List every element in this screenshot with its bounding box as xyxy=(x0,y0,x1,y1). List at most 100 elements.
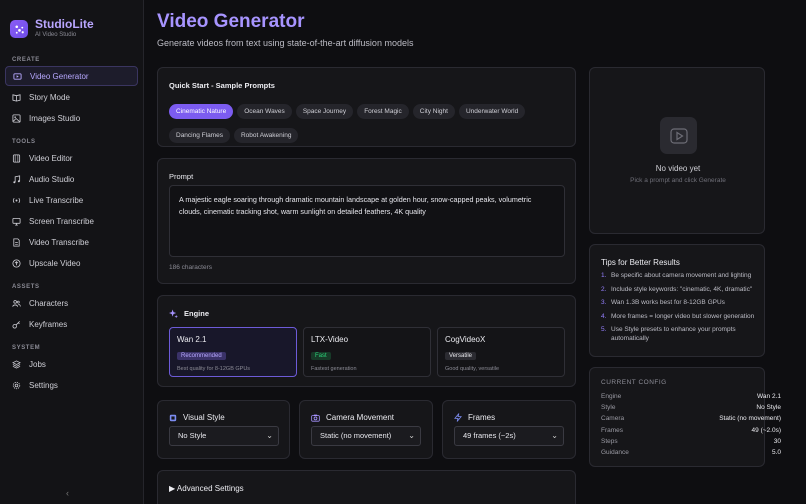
monitor-icon xyxy=(12,217,21,226)
sidebar-item-settings[interactable]: Settings xyxy=(5,375,138,395)
page-subtitle: Generate videos from text using state-of… xyxy=(157,38,414,48)
chip-robot-awakening[interactable]: Robot Awakening xyxy=(233,128,299,143)
camera-movement-value: Static (no movement) xyxy=(320,431,392,440)
engine-badge: Recommended xyxy=(177,352,226,360)
page-title: Video Generator xyxy=(157,11,305,32)
engine-option-wan[interactable]: Wan 2.1 Recommended Best quality for 8-1… xyxy=(169,327,297,377)
engine-desc: Best quality for 8-12GB GPUs xyxy=(177,366,251,372)
sidebar-item-label: Upscale Video xyxy=(29,258,81,268)
sparkle-logo-icon xyxy=(10,20,28,38)
sidebar-item-label: Settings xyxy=(29,380,58,390)
tip-item: 4. More frames = longer video but slower … xyxy=(601,312,755,320)
frames-title: Frames xyxy=(468,413,496,422)
users-icon xyxy=(12,299,21,308)
book-icon xyxy=(12,93,21,102)
chevron-down-icon: ⌄ xyxy=(266,431,273,440)
prompt-char-count: 186 characters xyxy=(169,264,212,271)
tip-item: 1. Be specific about camera movement and … xyxy=(601,272,752,279)
sidebar-item-keyframes[interactable]: Keyframes xyxy=(5,314,138,334)
video-preview-card: No video yet Pick a prompt and click Gen… xyxy=(589,67,765,234)
camera-movement-title: Camera Movement xyxy=(326,413,395,422)
gear-icon xyxy=(12,381,21,390)
sidebar-item-upscale-video[interactable]: Upscale Video xyxy=(5,253,138,273)
tips-title: Tips for Better Results xyxy=(601,258,680,267)
section-label-create: CREATE xyxy=(12,57,40,63)
no-video-title: No video yet xyxy=(655,164,701,173)
chevron-down-icon: ⌄ xyxy=(551,431,558,440)
play-placeholder xyxy=(660,117,697,154)
chip-dancing-flames[interactable]: Dancing Flames xyxy=(169,128,230,143)
sidebar-item-screen-transcribe[interactable]: Screen Transcribe xyxy=(5,211,138,231)
visual-style-card: Visual Style No Style ⌄ xyxy=(157,400,290,459)
lightning-icon xyxy=(454,413,462,422)
sidebar-item-label: Screen Transcribe xyxy=(29,216,94,226)
prompt-card: Prompt A majestic eagle soaring through … xyxy=(157,158,576,284)
frames-card: Frames 49 frames (~2s) ⌄ xyxy=(442,400,576,459)
no-video-hint: Pick a prompt and click Generate xyxy=(630,177,726,184)
engine-name: CogVideoX xyxy=(445,335,486,344)
chip-cinematic-nature[interactable]: Cinematic Nature xyxy=(169,104,234,119)
config-row-camera: Camera Static (no movement) xyxy=(601,415,781,423)
palette-icon xyxy=(169,414,177,422)
visual-style-value: No Style xyxy=(178,431,207,440)
engine-title: Engine xyxy=(184,309,210,318)
chip-city-night[interactable]: City Night xyxy=(412,104,455,119)
prompt-textarea[interactable]: A majestic eagle soaring through dramati… xyxy=(169,185,565,257)
chip-space-journey[interactable]: Space Journey xyxy=(295,104,354,119)
current-config-card: CURRENT CONFIG Engine Wan 2.1 Style No Sty… xyxy=(589,367,781,467)
brand[interactable]: StudioLite AI Video Studio xyxy=(0,0,143,46)
advanced-settings-card[interactable]: ▶ Advanced Settings xyxy=(157,470,576,504)
sidebar-item-story-mode[interactable]: Story Mode xyxy=(5,87,138,107)
advanced-settings-toggle[interactable]: ▶ Advanced Settings xyxy=(169,484,244,493)
sidebar-item-label: Video Generator xyxy=(30,71,89,81)
sidebar-item-label: Live Transcribe xyxy=(29,195,84,205)
engine-desc: Fastest generation xyxy=(311,366,357,372)
sidebar-item-video-editor[interactable]: Video Editor xyxy=(5,148,138,168)
engine-card: Engine Wan 2.1 Recommended Best quality … xyxy=(157,295,576,387)
engine-option-cogvideox[interactable]: CogVideoX Versatile Good quality, versat… xyxy=(437,327,565,377)
engine-name: LTX-Video xyxy=(311,335,349,344)
collapse-sidebar-button[interactable]: ‹ xyxy=(66,488,69,498)
sidebar-item-live-transcribe[interactable]: Live Transcribe xyxy=(5,190,138,210)
sidebar-item-video-transcribe[interactable]: Video Transcribe xyxy=(5,232,138,252)
config-row-frames: Frames 49 (~2.0s) xyxy=(601,426,781,434)
sidebar: StudioLite AI Video Studio CREATE Video … xyxy=(0,0,144,504)
app-name: StudioLite xyxy=(35,17,94,31)
config-row-guidance: Guidance 5.0 xyxy=(601,448,781,456)
main-content: Video Generator Generate videos from tex… xyxy=(157,0,806,504)
tip-item: 3. Wan 1.3B works best for 8-12GB GPUs xyxy=(601,299,725,306)
config-row-style: Style No Style xyxy=(601,404,781,412)
frames-value: 49 frames (~2s) xyxy=(463,431,516,440)
section-label-assets: ASSETS xyxy=(12,284,40,290)
quick-start-card: Quick Start - Sample Prompts Cinematic N… xyxy=(157,67,576,147)
chip-ocean-waves[interactable]: Ocean Waves xyxy=(237,104,292,119)
engine-option-ltx[interactable]: LTX-Video Fast Fastest generation xyxy=(303,327,431,377)
sidebar-item-label: Jobs xyxy=(29,359,46,369)
camera-movement-select[interactable]: Static (no movement) ⌄ xyxy=(311,426,421,446)
layers-icon xyxy=(12,359,21,369)
camera-movement-card: Camera Movement Static (no movement) ⌄ xyxy=(299,400,433,459)
sidebar-item-label: Video Editor xyxy=(29,153,73,163)
app-tagline: AI Video Studio xyxy=(35,32,77,38)
engine-desc: Good quality, versatile xyxy=(445,366,500,372)
sidebar-item-label: Images Studio xyxy=(29,113,81,123)
sidebar-item-characters[interactable]: Characters xyxy=(5,293,138,313)
film-icon xyxy=(12,153,21,163)
sidebar-item-audio-studio[interactable]: Audio Studio xyxy=(5,169,138,189)
chip-forest-magic[interactable]: Forest Magic xyxy=(357,104,409,119)
tips-list: 1. Be specific about camera movement and … xyxy=(601,271,759,348)
key-icon xyxy=(12,320,21,329)
frames-select[interactable]: 49 frames (~2s) ⌄ xyxy=(454,426,564,446)
quick-start-title: Quick Start - Sample Prompts xyxy=(169,81,275,90)
sidebar-item-jobs[interactable]: Jobs xyxy=(5,354,138,374)
sidebar-item-images-studio[interactable]: Images Studio xyxy=(5,108,138,128)
chip-underwater-world[interactable]: Underwater World xyxy=(458,104,526,119)
section-label-system: SYSTEM xyxy=(12,345,41,351)
video-icon xyxy=(13,72,22,81)
sidebar-item-video-generator[interactable]: Video Generator xyxy=(5,66,138,86)
tip-item: 5. Use Style presets to enhance your prom… xyxy=(601,326,736,342)
visual-style-select[interactable]: No Style ⌄ xyxy=(169,426,279,446)
config-rows: Engine Wan 2.1 Style No Style Camera Static… xyxy=(601,391,781,458)
engine-badge: Versatile xyxy=(445,352,477,360)
sidebar-item-label: Keyframes xyxy=(29,319,68,329)
